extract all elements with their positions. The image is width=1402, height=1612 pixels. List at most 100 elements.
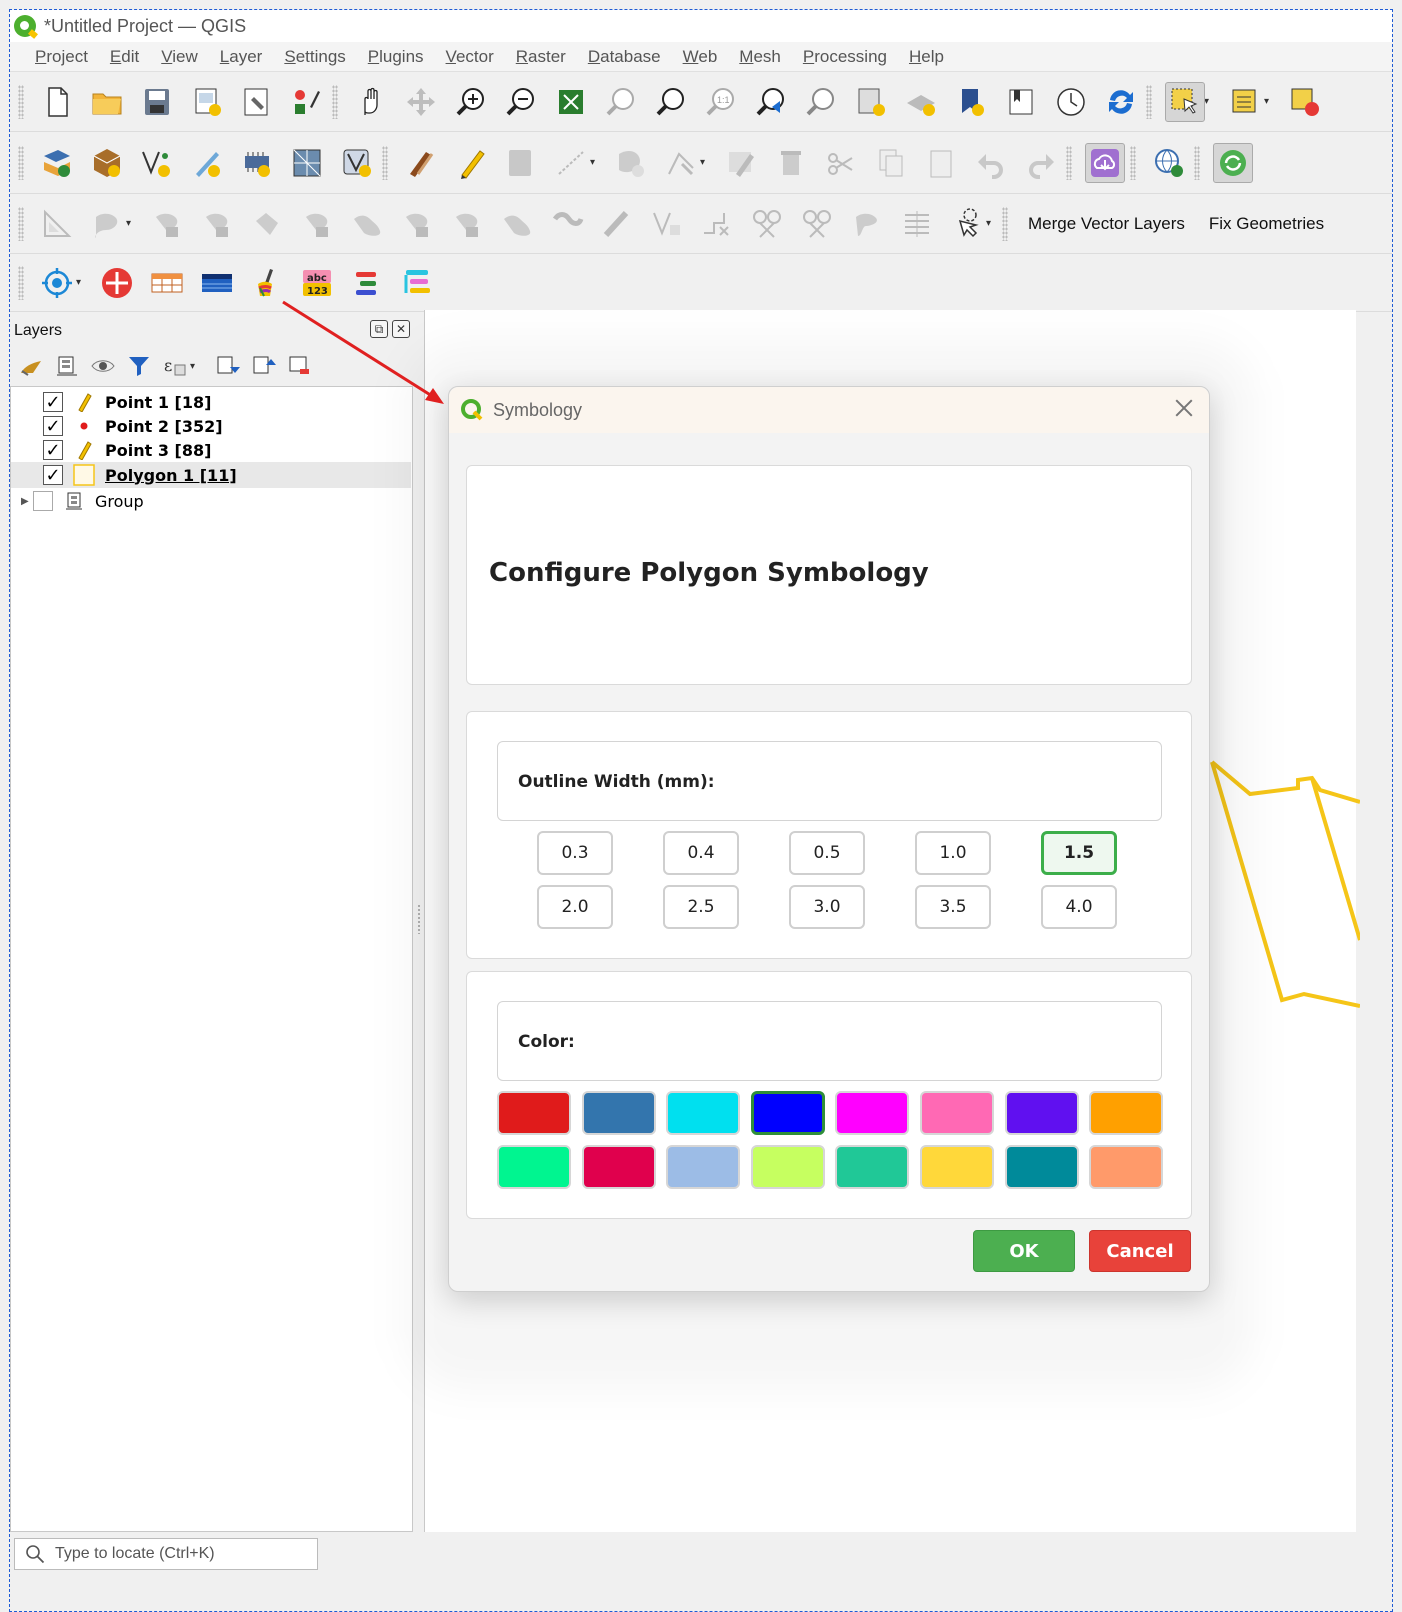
reverse-line-icon[interactable] xyxy=(547,204,587,244)
width-option-button[interactable]: 0.5 xyxy=(789,831,865,875)
layer-visibility-checkbox[interactable] xyxy=(33,491,53,511)
menu-layer[interactable]: Layer xyxy=(209,47,274,67)
offset-dropdown-icon[interactable]: ▾ xyxy=(986,218,998,229)
vertex-tool-icon[interactable] xyxy=(661,143,701,183)
color-swatch[interactable] xyxy=(1004,1145,1079,1189)
toolbar-grip[interactable] xyxy=(18,265,24,300)
qgis-cloud-icon[interactable] xyxy=(1085,142,1125,183)
cancel-button[interactable]: Cancel xyxy=(1089,1230,1191,1272)
color-swatch[interactable] xyxy=(1089,1091,1164,1135)
layer-row-point-3[interactable]: ✓ Point 3 [88] xyxy=(11,437,411,463)
add-wms-icon[interactable] xyxy=(1149,143,1189,183)
width-option-button[interactable]: 4.0 xyxy=(1041,885,1117,929)
layer-row-polygon-1[interactable]: ✓ Polygon 1 [11] xyxy=(11,462,411,488)
style-manager-icon[interactable] xyxy=(287,82,327,122)
color-swatch[interactable] xyxy=(835,1091,910,1135)
layer-visibility-checkbox[interactable]: ✓ xyxy=(43,416,63,436)
toolbar-grip[interactable] xyxy=(1146,84,1152,119)
toolbar-grip[interactable] xyxy=(18,84,24,119)
float-panel-icon[interactable]: ⧉ xyxy=(370,320,388,338)
new-virtual-layer-icon[interactable] xyxy=(237,143,277,183)
color-swatch[interactable] xyxy=(920,1091,994,1135)
select-dropdown-icon[interactable]: ▾ xyxy=(1204,96,1216,107)
select-value-dropdown-icon[interactable]: ▾ xyxy=(1264,96,1276,107)
menu-edit[interactable]: Edit xyxy=(99,47,150,67)
offset-curve-icon[interactable] xyxy=(497,204,537,244)
gps-target-icon[interactable] xyxy=(37,263,77,303)
expand-arrow-icon[interactable]: ▶ xyxy=(21,496,33,507)
menu-raster[interactable]: Raster xyxy=(505,47,577,67)
digitize-line-icon[interactable] xyxy=(551,143,591,183)
color-swatch[interactable] xyxy=(497,1145,571,1189)
manage-visibility-icon[interactable] xyxy=(88,351,118,381)
menu-database[interactable]: Database xyxy=(577,47,672,67)
layer-visibility-checkbox[interactable]: ✓ xyxy=(43,392,63,412)
menu-help[interactable]: Help xyxy=(898,47,955,67)
layer-row-group[interactable]: ▶ Group xyxy=(11,488,411,514)
width-option-button[interactable]: 1.0 xyxy=(915,831,991,875)
open-styling-icon[interactable] xyxy=(16,351,46,381)
delete-part-icon[interactable] xyxy=(397,204,437,244)
expand-all-icon[interactable] xyxy=(212,351,242,381)
symbology-brush-icon[interactable] xyxy=(247,263,287,303)
locator-search-input[interactable]: Type to locate (Ctrl+K) xyxy=(14,1538,318,1570)
temporal-controller-icon[interactable] xyxy=(1051,82,1091,122)
new-virtual-vector-icon[interactable] xyxy=(337,143,377,183)
toolbar-grip[interactable] xyxy=(332,84,338,119)
filter-expression-icon[interactable]: ε xyxy=(160,351,190,381)
layer-visibility-checkbox[interactable]: ✓ xyxy=(43,440,63,460)
delete-ring-icon[interactable] xyxy=(347,204,387,244)
new-temp-layer-icon[interactable] xyxy=(187,143,227,183)
split-features-icon[interactable] xyxy=(747,204,787,244)
toolbar-grip[interactable] xyxy=(1066,145,1072,180)
toolbar-grip[interactable] xyxy=(382,145,388,180)
zoom-last-icon[interactable] xyxy=(751,82,791,122)
zoom-native-icon[interactable]: 1:1 xyxy=(701,82,741,122)
simplify-feature-icon[interactable] xyxy=(147,204,187,244)
width-option-button[interactable]: 3.0 xyxy=(789,885,865,929)
save-edits-icon[interactable] xyxy=(501,143,541,183)
rotate-feature-icon[interactable] xyxy=(87,204,127,244)
rotate-point-symbols-icon[interactable] xyxy=(897,204,937,244)
current-edits-icon[interactable] xyxy=(401,143,441,183)
data-source-manager-icon[interactable] xyxy=(37,143,77,183)
deselect-icon[interactable] xyxy=(1285,82,1325,122)
new-map-view-icon[interactable] xyxy=(851,82,891,122)
select-features-icon[interactable] xyxy=(1165,81,1205,122)
toggle-editing-icon[interactable] xyxy=(451,143,491,183)
layer-styling-lines-icon[interactable] xyxy=(347,263,387,303)
new-geopackage-icon[interactable] xyxy=(87,143,127,183)
new-print-layout-icon[interactable] xyxy=(187,82,227,122)
trim-extend-icon[interactable] xyxy=(597,204,637,244)
digitize-dropdown-icon[interactable]: ▾ xyxy=(590,157,602,168)
width-option-button[interactable]: 0.3 xyxy=(537,831,613,875)
labels-abc-icon[interactable]: abc 123 xyxy=(297,263,337,303)
fill-ring-icon[interactable] xyxy=(297,204,337,244)
menu-mesh[interactable]: Mesh xyxy=(728,47,792,67)
ok-button[interactable]: OK xyxy=(973,1230,1075,1272)
color-swatch[interactable] xyxy=(1089,1145,1164,1189)
menu-plugins[interactable]: Plugins xyxy=(357,47,435,67)
pan-map-icon[interactable] xyxy=(351,82,391,122)
color-swatch[interactable] xyxy=(581,1145,656,1189)
advanced-digitizing-icon[interactable] xyxy=(37,204,77,244)
layout-manager-icon[interactable] xyxy=(237,82,277,122)
add-feature-plus-icon[interactable] xyxy=(97,263,137,303)
width-option-button[interactable]: 3.5 xyxy=(915,885,991,929)
copy-features-icon[interactable] xyxy=(871,143,911,183)
layer-row-point-1[interactable]: ✓ Point 1 [18] xyxy=(11,389,411,415)
pan-to-selection-icon[interactable] xyxy=(401,82,441,122)
color-swatch[interactable] xyxy=(497,1091,571,1135)
new-shapefile-icon[interactable] xyxy=(137,143,177,183)
open-table-icon[interactable] xyxy=(197,263,237,303)
refresh-icon[interactable] xyxy=(1101,82,1141,122)
redo-icon[interactable] xyxy=(1021,143,1061,183)
add-group-icon[interactable] xyxy=(52,351,82,381)
close-panel-icon[interactable]: ✕ xyxy=(392,320,410,338)
width-option-button[interactable]: 0.4 xyxy=(663,831,739,875)
menu-vector[interactable]: Vector xyxy=(435,47,505,67)
merge-vector-layers-button[interactable]: Merge Vector Layers xyxy=(1016,214,1197,234)
filter-dropdown-icon[interactable]: ▾ xyxy=(190,361,202,372)
menu-processing[interactable]: Processing xyxy=(792,47,898,67)
rotate-dropdown-icon[interactable]: ▾ xyxy=(126,218,138,229)
